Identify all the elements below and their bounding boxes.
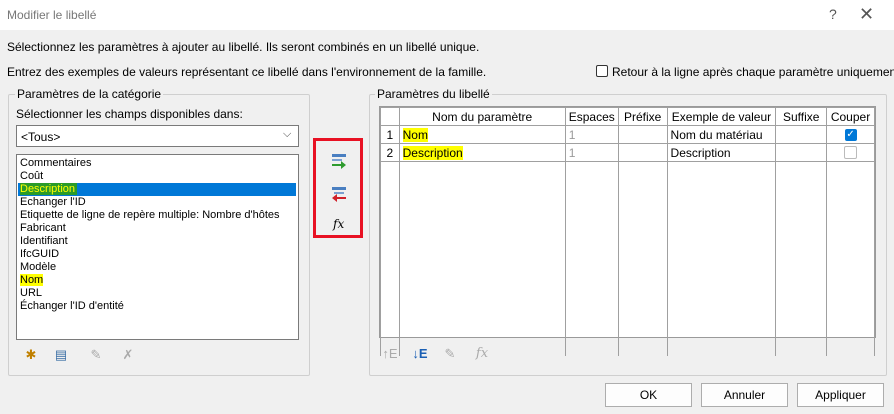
ok-button[interactable]: OK [605,383,692,407]
list-item[interactable]: URL [20,287,42,300]
row-number: 2 [380,143,400,162]
prefix-cell[interactable] [617,125,668,144]
empty-grid-area [380,161,875,356]
column-header[interactable]: Suffixe [775,107,828,126]
list-item-label: Nom [20,274,44,286]
prefix-cell[interactable] [617,143,668,162]
new-parameter-icon[interactable]: ✱ [21,345,41,365]
cancel-button[interactable]: Annuler [701,383,788,407]
list-item-selected[interactable]: Description [18,183,296,196]
apply-button[interactable]: Appliquer [797,383,884,407]
add-remove-box: fx [313,138,363,238]
column-header[interactable]: Couper [826,107,875,126]
table-header-row: Nom du paramètre Espaces Préfixe Exemple… [380,107,875,126]
close-icon[interactable]: ✕ [859,4,874,25]
list-item[interactable]: Commentaires [20,157,92,170]
param-name-cell[interactable]: Description [398,143,566,162]
param-name-cell[interactable]: Nom [398,125,566,144]
list-item[interactable]: Échanger l'ID d'entité [20,300,124,313]
sample-value-cell[interactable]: Nom du matériau [666,125,777,144]
list-item-label: Description [20,183,78,195]
list-item[interactable]: Etiquette de ligne de repère multiple: N… [20,209,280,222]
suffix-cell[interactable] [775,143,828,162]
break-checkbox-checked[interactable]: ✓ [844,128,857,141]
label-params-table: Nom du paramètre Espaces Préfixe Exemple… [380,107,875,356]
category-select-value: <Tous> [21,130,61,144]
param-name: Nom [402,127,428,142]
suffix-cell[interactable] [775,125,828,144]
add-parameter-icon[interactable] [330,153,348,169]
delete-parameter-icon[interactable]: ✗ [118,345,138,365]
spaces-cell[interactable]: 1 [564,125,619,144]
intro-line-2: Entrez des exemples de valeurs représent… [7,65,487,79]
wrap-checkbox[interactable] [596,65,608,77]
label-params-legend: Paramètres du libellé [375,87,492,101]
table-row[interactable]: 1 Nom 1 Nom du matériau ✓ [380,125,875,144]
column-header[interactable]: Préfixe [617,107,668,126]
move-down-icon[interactable]: ↓E [410,344,430,364]
window-title: Modifier le libellé [7,8,97,22]
column-header[interactable]: Exemple de valeur [666,107,777,126]
column-header[interactable]: Nom du paramètre [398,107,566,126]
spaces-cell[interactable]: 1 [564,143,619,162]
list-item[interactable]: Modèle [20,261,56,274]
chevron-down-icon: ⌵ [283,128,292,140]
category-legend: Paramètres de la catégorie [15,87,164,101]
list-item[interactable]: Identifiant [20,235,68,248]
formula-icon[interactable]: fx [333,217,344,231]
column-header[interactable]: Espaces [564,107,619,126]
intro-line-1: Sélectionnez les paramètres à ajouter au… [7,40,480,54]
remove-parameter-icon[interactable] [330,186,348,202]
table-row[interactable]: 2 Description 1 Description [380,143,875,162]
break-cell[interactable]: ✓ [826,125,875,144]
sample-value-cell[interactable]: Description [666,143,777,162]
formula-disabled-icon[interactable]: fx [472,344,492,364]
list-item[interactable]: Coût [20,170,43,183]
category-listbox[interactable]: Commentaires Coût Description Echanger l… [16,154,299,340]
row-number: 1 [380,125,400,144]
modify-parameter-icon[interactable]: ✎ [86,345,106,365]
list-item[interactable]: Fabricant [20,222,66,235]
param-name: Description [402,145,463,160]
move-up-icon[interactable]: ↑E [380,344,400,364]
help-icon[interactable]: ? [829,6,837,22]
row-number-header [380,107,400,126]
list-item[interactable]: Echanger l'ID [20,196,86,209]
list-item[interactable]: IfcGUID [20,248,59,261]
select-fields-label: Sélectionner les champs disponibles dans… [16,107,243,121]
wrap-checkbox-label[interactable]: Retour à la ligne après chaque paramètre… [612,65,894,79]
break-cell[interactable] [826,143,875,162]
edit-sample-icon[interactable]: ✎ [440,344,460,364]
label-params-grid[interactable]: Nom du paramètre Espaces Préfixe Exemple… [379,106,876,356]
list-item[interactable]: Nom [20,274,44,287]
category-select[interactable]: <Tous> ⌵ [16,125,299,147]
edit-parameter-icon[interactable]: ▤ [51,345,71,365]
break-checkbox[interactable] [844,146,858,159]
title-bar: Modifier le libellé ? ✕ [0,0,894,30]
